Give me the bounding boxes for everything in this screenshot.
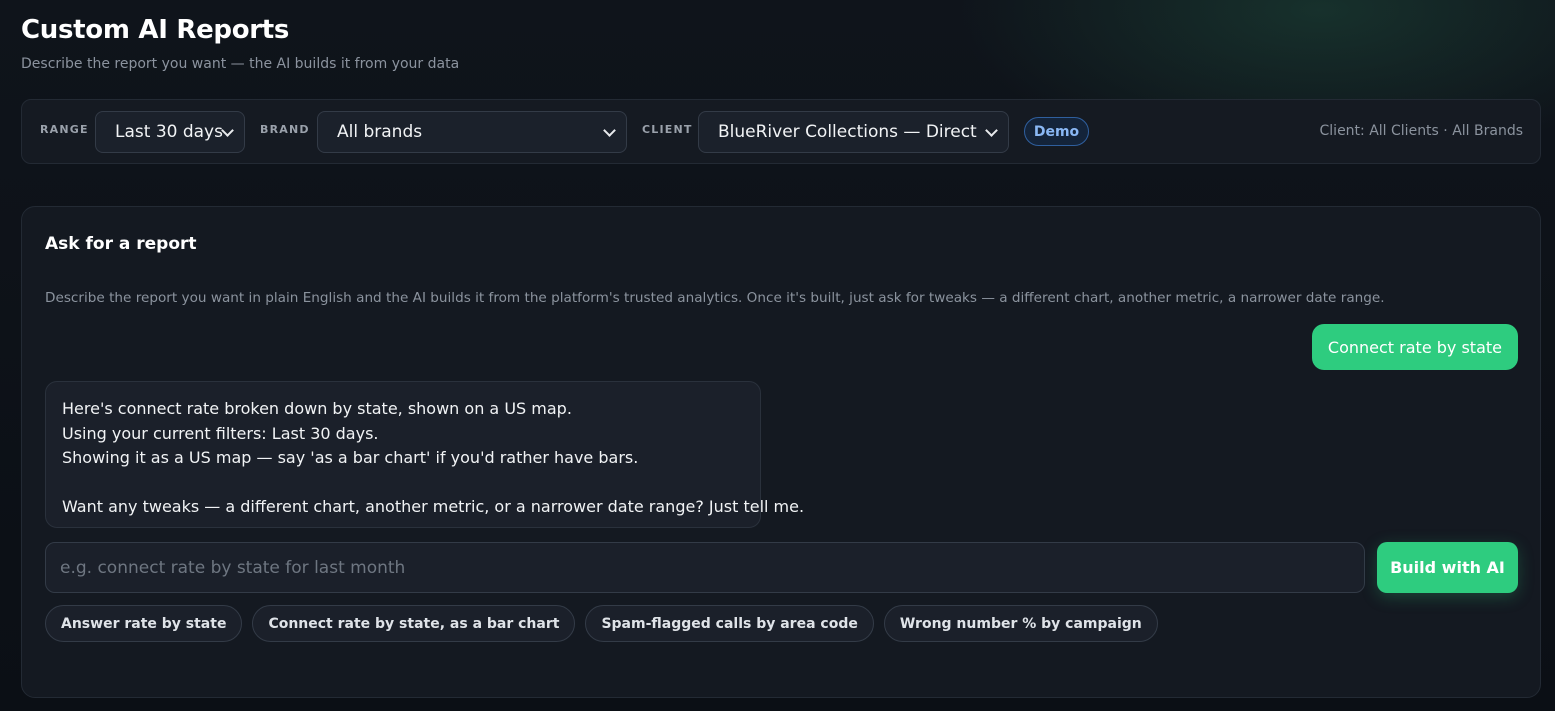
- ai-message-line: Want any tweaks — a different chart, ano…: [62, 497, 805, 516]
- brand-select-value: All brands: [337, 122, 423, 142]
- chevron-down-icon: [603, 124, 616, 137]
- ai-message-line: Using your current filters: Last 30 days…: [62, 423, 379, 443]
- report-builder-card: Ask for a report Describe the report you…: [21, 206, 1541, 698]
- page-subtitle: Describe the report you want — the AI bu…: [21, 56, 460, 72]
- report-prompt-input[interactable]: [45, 542, 1365, 593]
- suggestion-chip[interactable]: Connect rate by state, as a bar chart: [252, 605, 576, 642]
- range-label: RANGE: [40, 123, 89, 136]
- filter-bar: RANGE Last 30 days BRAND All brands CLIE…: [21, 99, 1541, 164]
- card-title: Ask for a report: [45, 234, 197, 254]
- client-scope-text: Client: All Clients · All Brands: [1319, 123, 1523, 139]
- client-select[interactable]: BlueRiver Collections — Direct: [698, 111, 1009, 153]
- client-select-value: BlueRiver Collections — Direct: [718, 122, 977, 142]
- user-message-text: Connect rate by state: [1327, 337, 1502, 357]
- range-select[interactable]: Last 30 days: [95, 111, 245, 153]
- suggestion-chip[interactable]: Answer rate by state: [45, 605, 243, 642]
- suggestion-chip[interactable]: Wrong number % by campaign: [883, 605, 1158, 642]
- suggestion-chips: Answer rate by state Connect rate by sta…: [45, 605, 1158, 642]
- range-select-value: Last 30 days: [115, 122, 223, 142]
- user-message-bubble: Connect rate by state: [1311, 324, 1518, 370]
- build-with-ai-button[interactable]: Build with AI: [1377, 542, 1518, 593]
- chevron-down-icon: [221, 124, 234, 137]
- demo-badge: Demo: [1024, 117, 1089, 146]
- card-description: Describe the report you want in plain En…: [45, 290, 1385, 306]
- ai-message-bubble: Here's connect rate broken down by state…: [45, 381, 805, 528]
- chevron-down-icon: [985, 124, 998, 137]
- ai-message-line: Here's connect rate broken down by state…: [62, 399, 572, 418]
- brand-select[interactable]: All brands: [317, 111, 627, 153]
- suggestion-chip[interactable]: Spam-flagged calls by area code: [585, 605, 874, 642]
- ai-message-spacer: [62, 471, 744, 496]
- page-title: Custom AI Reports: [21, 15, 290, 45]
- ai-message-line: Showing it as a US map — say 'as a bar c…: [62, 448, 639, 467]
- brand-label: BRAND: [260, 123, 310, 136]
- client-label: CLIENT: [642, 123, 693, 136]
